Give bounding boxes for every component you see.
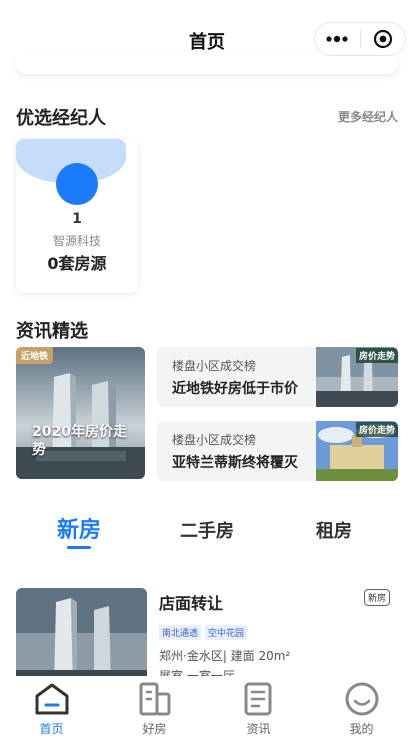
news-list-item[interactable]: 楼盘小区成交榜 亚特兰蒂斯终将覆灭 房价走势 xyxy=(157,421,398,481)
news-headline: 亚特兰蒂斯终将覆灭 xyxy=(172,455,298,471)
featured-news-card[interactable]: 近地铁 2020年房价走势 xyxy=(16,347,145,479)
listing-image[interactable] xyxy=(16,588,147,688)
listing-title[interactable]: 店面转让 xyxy=(159,590,223,614)
miniprogram-capsule xyxy=(314,22,406,56)
thumbnail-tag: 房价走势 xyxy=(355,348,398,363)
nav-item-profile[interactable]: 我的 xyxy=(310,676,413,736)
news-thumbnail: 房价走势 xyxy=(316,347,398,407)
thumbnail-tag: 房价走势 xyxy=(355,422,398,437)
news-source: 楼盘小区成交榜 xyxy=(172,359,257,373)
featured-news-image xyxy=(16,347,145,479)
nav-label: 首页 xyxy=(39,722,64,736)
news-list-item[interactable]: 楼盘小区成交榜 近地铁好房低于市价 房价走势 xyxy=(157,347,398,407)
nav-label: 我的 xyxy=(349,722,374,736)
home-icon xyxy=(33,680,71,718)
news-document-icon xyxy=(240,680,278,718)
tab-label: 二手房 xyxy=(180,521,234,542)
listing-feature-tag: 南北通透 xyxy=(159,625,202,640)
listing-location-area: 郑州·金水区| 建面 20m² xyxy=(159,649,291,663)
featured-news-caption: 2020年房价走势 xyxy=(32,424,127,458)
news-thumbnail: 房价走势 xyxy=(316,421,398,481)
building-icon xyxy=(136,680,174,718)
news-tag-badge: 近地铁 xyxy=(16,347,54,364)
target-circle-icon[interactable] xyxy=(360,23,405,55)
agent-name: 1 xyxy=(72,211,82,227)
active-tab-indicator xyxy=(67,546,91,549)
bottom-tab-bar: 首页 好房 资讯 我的 xyxy=(0,676,414,736)
listing-type-badge: 新房 xyxy=(364,589,391,606)
agent-company: 智源科技 xyxy=(52,234,101,248)
tab-label: 租房 xyxy=(316,521,352,542)
news-source: 楼盘小区成交榜 xyxy=(172,433,257,447)
more-agents-link[interactable]: 更多经纪人 xyxy=(338,108,398,125)
nav-item-good-homes[interactable]: 好房 xyxy=(103,676,206,736)
avatar xyxy=(56,163,98,205)
listing-feature-tag: 空中花园 xyxy=(205,625,248,640)
smiley-profile-icon xyxy=(343,680,381,718)
agent-card[interactable]: 1 智源科技 0套房源 xyxy=(16,139,138,293)
nav-item-news[interactable]: 资讯 xyxy=(207,676,310,736)
tab-new-home[interactable]: 新房 xyxy=(34,512,124,549)
nav-item-home[interactable]: 首页 xyxy=(0,676,103,736)
top-card-remnant xyxy=(16,56,398,74)
tab-rental[interactable]: 租房 xyxy=(289,512,379,543)
nav-label: 资讯 xyxy=(246,722,271,736)
agent-listing-count: 0套房源 xyxy=(47,254,107,273)
more-dots-icon[interactable] xyxy=(315,23,360,55)
agents-section-title: 优选经纪人 xyxy=(16,108,106,129)
news-headline: 近地铁好房低于市价 xyxy=(172,381,298,397)
tab-label: 新房 xyxy=(56,518,101,543)
news-section-title: 资讯精选 xyxy=(16,321,88,342)
tab-second-hand[interactable]: 二手房 xyxy=(162,512,252,543)
listing-category-tabs: 新房 二手房 租房 xyxy=(0,512,414,562)
nav-label: 好房 xyxy=(142,722,167,736)
